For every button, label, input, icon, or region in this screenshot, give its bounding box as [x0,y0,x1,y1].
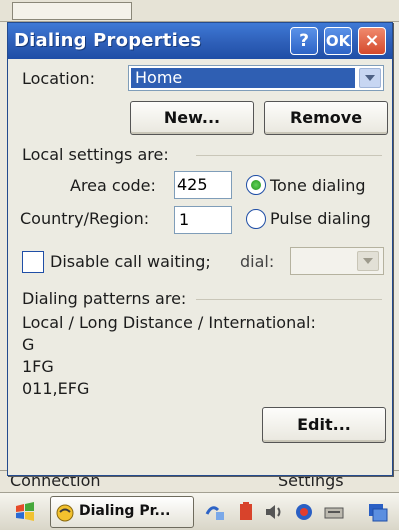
tone-dialing-radio[interactable] [246,175,266,195]
dialing-app-icon [56,504,74,522]
area-code-input[interactable]: 425 [174,171,232,199]
power-icon[interactable] [234,500,258,524]
dial-label: dial: [240,252,275,271]
title-bar: Dialing Properties ? OK × [8,23,392,59]
radio-selected-dot [251,180,261,190]
help-button[interactable]: ? [290,27,318,55]
country-region-input[interactable]: 1 [174,206,232,234]
background-title-bar [0,0,399,22]
call-waiting-dial-dropdown [290,247,384,275]
dialing-patterns-types: Local / Long Distance / International: [22,313,316,332]
keyboard-icon[interactable] [322,500,346,524]
pulse-dialing-label[interactable]: Pulse dialing [270,209,371,228]
network-icon[interactable] [204,500,228,524]
local-pattern: G [22,335,35,354]
chevron-down-icon[interactable] [359,68,381,88]
task-dialing-properties[interactable]: Dialing Pr... [50,496,194,528]
tasks-icon[interactable] [366,500,390,524]
task-label: Dialing Pr... [79,503,171,519]
disable-call-waiting-label[interactable]: Disable call waiting; [50,252,211,271]
remove-location-button[interactable]: Remove [264,101,388,135]
windows-flag-icon[interactable] [14,501,36,523]
location-selected-value: Home [131,68,355,88]
ok-button[interactable]: OK [324,27,352,55]
local-settings-header: Local settings are: [22,145,169,164]
divider [196,299,382,300]
divider [196,155,382,156]
chevron-down-icon [357,251,379,271]
location-dropdown[interactable]: Home [128,65,384,91]
country-region-label: Country/Region: [20,209,150,228]
disable-call-waiting-checkbox[interactable] [22,251,44,273]
long-distance-pattern: 1FG [22,357,54,376]
edit-patterns-button[interactable]: Edit... [262,407,386,443]
pulse-dialing-radio[interactable] [246,209,266,229]
background-field [12,2,132,20]
location-label: Location: [22,69,96,88]
taskbar: Dialing Pr... [0,492,399,530]
speaker-icon[interactable] [262,500,286,524]
international-pattern: 011,EFG [22,379,90,398]
dialog-title: Dialing Properties [14,30,202,51]
sync-icon[interactable] [292,500,316,524]
area-code-label: Area code: [70,176,156,195]
dialing-patterns-header: Dialing patterns are: [22,289,187,308]
new-location-button[interactable]: New... [130,101,254,135]
close-button[interactable]: × [358,27,386,55]
tone-dialing-label[interactable]: Tone dialing [270,176,366,195]
dialing-properties-dialog: Dialing Properties ? OK × Location: Home… [7,22,393,476]
